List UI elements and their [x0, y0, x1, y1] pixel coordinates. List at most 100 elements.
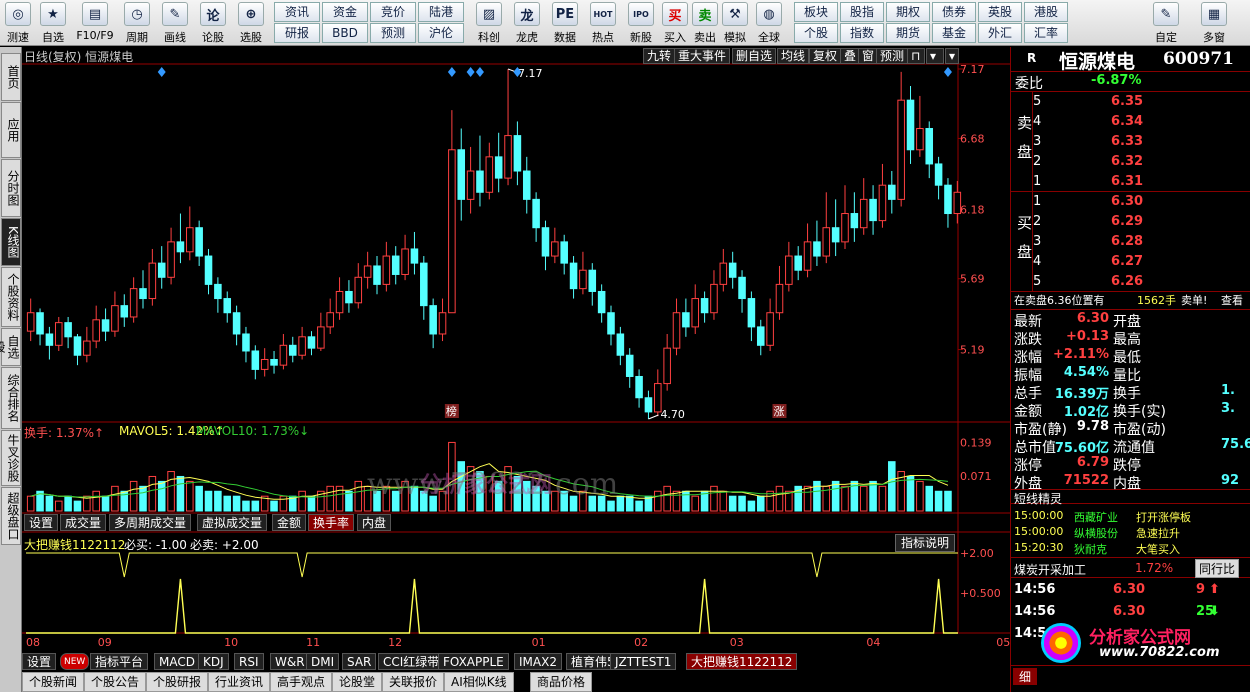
- info-tab-2[interactable]: 个股研报: [146, 672, 209, 692]
- candle: [410, 231, 419, 275]
- info-tab-1[interactable]: 个股公告: [84, 672, 147, 692]
- toolbar-label: 科创: [478, 31, 500, 44]
- menu-down-icon[interactable]: ▾: [926, 48, 944, 64]
- toolbar-star-button[interactable]: ★ 自选: [34, 0, 72, 46]
- indicator-tab-7[interactable]: SAR: [342, 653, 377, 670]
- toolbar-custom-button[interactable]: ✎ 自定: [1142, 0, 1190, 46]
- indicator-help-button[interactable]: 指标说明: [895, 534, 956, 552]
- peer-compare-button[interactable]: 同行比: [1195, 559, 1240, 578]
- chart-tab-1[interactable]: 重大事件: [674, 48, 731, 64]
- indicator-tab-13[interactable]: 大把赚钱1122112: [686, 653, 798, 670]
- chart-tab-6[interactable]: 窗: [858, 48, 879, 64]
- lock-icon[interactable]: ⊓: [907, 48, 925, 64]
- indicator-tab-6[interactable]: DMI: [306, 653, 340, 670]
- indicator-tab-10[interactable]: IMAX2: [514, 653, 562, 670]
- info-tab-3[interactable]: 行业资讯: [208, 672, 271, 692]
- left-tab-8[interactable]: 超级盘口: [1, 487, 21, 545]
- info-tab-0[interactable]: 个股新闻: [22, 672, 85, 692]
- toolbar-grid-bottom-3[interactable]: 沪伦: [418, 23, 464, 43]
- toolbar-grid2-top-2[interactable]: 期权: [886, 2, 930, 22]
- toolbar-data-button[interactable]: PE 数据: [546, 0, 584, 46]
- indicator-tab-0[interactable]: 设置: [22, 653, 57, 670]
- toolbar-kechuang-button[interactable]: ▨ 科创: [470, 0, 508, 46]
- chart-tab-0[interactable]: 九转: [643, 48, 676, 64]
- toolbar-ipo-button[interactable]: IPO 新股: [622, 0, 660, 46]
- chart-tab-3[interactable]: 均线: [777, 48, 810, 64]
- quote-key2: 量比: [1113, 368, 1141, 384]
- toolbar-grid-top-2[interactable]: 竞价: [370, 2, 416, 22]
- chart-tab-7[interactable]: 预测: [876, 48, 909, 64]
- toolbar-f10-button[interactable]: ▤ F10/F9: [72, 0, 118, 46]
- toolbar-grid2-top-1[interactable]: 股指: [840, 2, 884, 22]
- volume-tab-3[interactable]: 虚拟成交量: [197, 514, 268, 531]
- volume-tab-1[interactable]: 成交量: [60, 514, 107, 531]
- toolbar-dragon-tiger-button[interactable]: 龙龙虎: [508, 0, 546, 46]
- toolbar-pencil-button[interactable]: ✎ 画线: [156, 0, 194, 46]
- toolbar-speed-button[interactable]: ◎ 测速: [2, 0, 34, 46]
- toolbar-hammer-button[interactable]: ⚒ 模拟: [720, 0, 750, 46]
- toolbar-grid2-bottom-5[interactable]: 汇率: [1024, 23, 1068, 43]
- buy-icon: 买: [662, 2, 688, 26]
- left-tab-5[interactable]: 自选股: [0, 328, 21, 366]
- toolbar-grid-bottom-2[interactable]: 预测: [370, 23, 416, 43]
- left-tab-4[interactable]: 个股资料: [1, 267, 21, 327]
- left-tab-1[interactable]: 应用: [1, 102, 21, 158]
- indicator-tab-4[interactable]: RSI: [234, 653, 264, 670]
- candle: [607, 305, 615, 346]
- left-tab-6[interactable]: 综合排名: [1, 367, 21, 429]
- toolbar-grid-top-0[interactable]: 资讯: [274, 2, 320, 22]
- indicator-tab-3[interactable]: KDJ: [198, 653, 229, 670]
- chart-tab-4[interactable]: 复权: [809, 48, 842, 64]
- toolbar: ◎ 测速 ★ 自选 ▤ F10/F9 ◷ 周期 ✎ 画线论论股 ⊕ 选股 资讯 研报 资金 BBD 竞价 预测 陆港…: [0, 0, 1250, 46]
- info-tab-4[interactable]: 高手观点: [270, 672, 333, 692]
- indicator-tab-5[interactable]: W&R: [270, 653, 310, 670]
- toolbar-grid-top-1[interactable]: 资金: [322, 2, 368, 22]
- info-tab-5[interactable]: 论股堂: [332, 672, 383, 692]
- info-tab-6[interactable]: 关联报价: [382, 672, 445, 692]
- toolbar-grid-top-3[interactable]: 陆港: [418, 2, 464, 22]
- toolbar-globe-button[interactable]: ◍ 全球: [750, 0, 788, 46]
- chart-tab-5[interactable]: 叠: [840, 48, 861, 64]
- left-tab-0[interactable]: 首页: [1, 53, 21, 101]
- toolbar-grid-bottom-0[interactable]: 研报: [274, 23, 320, 43]
- toolbar-buy-button[interactable]: 买买入: [660, 0, 690, 46]
- toolbar-grid2-top-3[interactable]: 债券: [932, 2, 976, 22]
- volume-tab-5[interactable]: 换手率: [308, 514, 355, 531]
- toolbar-grid2-bottom-2[interactable]: 期货: [886, 23, 930, 43]
- chevron-down-icon[interactable]: ▾: [945, 48, 959, 64]
- toolbar-grid2-top-4[interactable]: 英股: [978, 2, 1022, 22]
- volume-tab-6[interactable]: 内盘: [357, 514, 392, 531]
- toolbar-multi-window-button[interactable]: ▦ 多窗: [1190, 0, 1238, 46]
- toolbar-hot-button[interactable]: HOT 热点: [584, 0, 622, 46]
- toolbar-grid2-bottom-0[interactable]: 个股: [794, 23, 838, 43]
- info-tab-8[interactable]: 商品价格: [530, 672, 593, 692]
- volume-tab-4[interactable]: 金额: [272, 514, 307, 531]
- toolbar-sell-button[interactable]: 卖卖出: [690, 0, 720, 46]
- toolbar-pick-stock-button[interactable]: ⊕ 选股: [232, 0, 270, 46]
- toolbar-grid2-top-0[interactable]: 板块: [794, 2, 838, 22]
- toolbar-grid2-bottom-1[interactable]: 指数: [840, 23, 884, 43]
- toolbar-forum-button[interactable]: 论论股: [194, 0, 232, 46]
- info-tab-7[interactable]: AI相似K线: [444, 672, 514, 692]
- indicator-tab-9[interactable]: FOXAPPLE: [438, 653, 509, 670]
- indicator-tab-8[interactable]: CCI红绿带: [378, 653, 445, 670]
- notice-view-link[interactable]: 查看: [1221, 292, 1243, 308]
- left-tab-7[interactable]: 牛叉诊股: [1, 430, 21, 486]
- toolbar-grid2-top-5[interactable]: 港股: [1024, 2, 1068, 22]
- toolbar-grid2-bottom-4[interactable]: 外汇: [978, 23, 1022, 43]
- stock-name: 恒源煤电: [1059, 51, 1136, 73]
- left-tab-2[interactable]: 分时图: [1, 159, 21, 217]
- kline-chart-area[interactable]: 7.17 6.68 6.18 5.69 5.19 7.17 4.70 榜 涨 0.139 0.071…: [22, 47, 1010, 651]
- indicator-tab-2[interactable]: MACD: [154, 653, 200, 670]
- indicator-tab-1[interactable]: 指标平台: [90, 653, 149, 670]
- toolbar-clock-button[interactable]: ◷ 周期: [118, 0, 156, 46]
- volume-tab-2[interactable]: 多周期成交量: [109, 514, 192, 531]
- detail-tab[interactable]: 细: [1013, 668, 1038, 685]
- indicator-tab-12[interactable]: JZTTEST1: [610, 653, 677, 670]
- volume-tab-0[interactable]: 设置: [24, 514, 59, 531]
- toolbar-grid-bottom-1[interactable]: BBD: [322, 23, 368, 43]
- quote-value: 9.78: [1076, 419, 1109, 434]
- left-tab-3[interactable]: K线图: [1, 218, 21, 266]
- chart-tab-2[interactable]: 删自选: [732, 48, 777, 64]
- toolbar-grid2-bottom-3[interactable]: 基金: [932, 23, 976, 43]
